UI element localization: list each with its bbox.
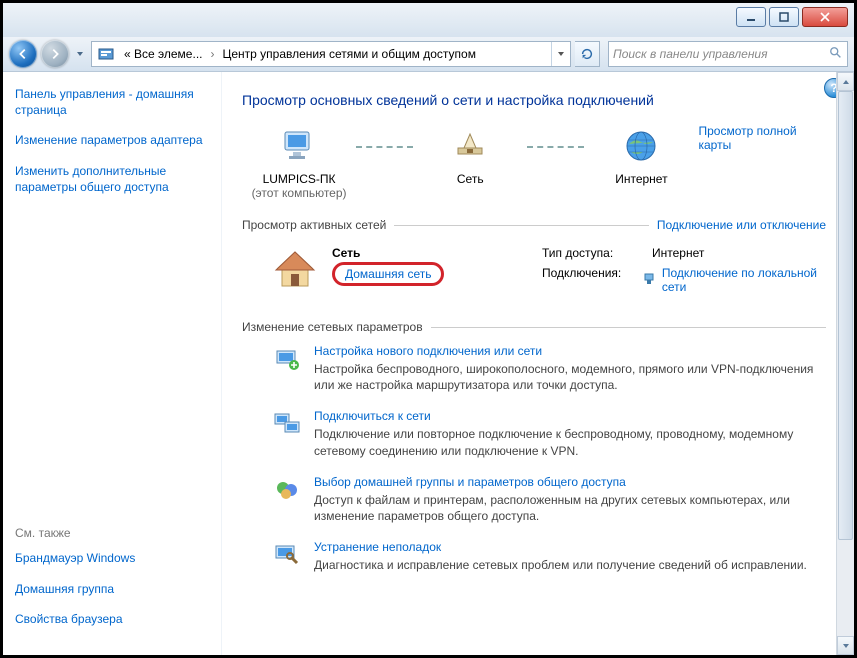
home-network-icon [272, 246, 318, 292]
sidebar-firewall-link[interactable]: Брандмауэр Windows [15, 550, 209, 566]
change-settings-label: Изменение сетевых параметров [242, 320, 423, 334]
option-desc: Настройка беспроводного, широкополосного… [314, 361, 826, 393]
network-details: Тип доступа: Интернет Подключения: Подкл… [542, 246, 826, 294]
scroll-track[interactable] [837, 91, 854, 636]
active-networks-label: Просмотр активных сетей [242, 218, 386, 232]
option-homegroup[interactable]: Выбор домашней группы и параметров общег… [272, 475, 826, 524]
address-dropdown[interactable] [551, 42, 570, 66]
maximize-button[interactable] [769, 7, 799, 27]
option-title: Выбор домашней группы и параметров общег… [314, 475, 826, 489]
option-desc: Доступ к файлам и принтерам, расположенн… [314, 492, 826, 524]
access-type-label: Тип доступа: [542, 246, 652, 260]
connection-link[interactable]: Подключение по локальной сети [662, 266, 826, 294]
back-button[interactable] [9, 40, 37, 68]
full-map-link[interactable]: Просмотр полной карты [698, 124, 826, 152]
network-map: LUMPICS-ПК (этот компьютер) Сеть Интерне… [242, 124, 826, 200]
sidebar-homegroup-link[interactable]: Домашняя группа [15, 581, 209, 597]
change-settings-section: Изменение сетевых параметров [242, 320, 826, 334]
network-info: Сеть Домашняя сеть [332, 246, 522, 286]
minimize-button[interactable] [736, 7, 766, 27]
access-type-value: Интернет [652, 246, 704, 260]
search-icon [829, 46, 843, 63]
globe-icon [619, 124, 663, 168]
close-button[interactable] [802, 7, 848, 27]
option-troubleshoot[interactable]: Устранение неполадок Диагностика и исправ… [272, 540, 826, 573]
map-pc-sublabel: (этот компьютер) [252, 186, 347, 200]
search-input[interactable]: Поиск в панели управления [608, 41, 848, 67]
network-name: Сеть [332, 246, 522, 260]
option-connect-network[interactable]: Подключиться к сети Подключение или повто… [272, 409, 826, 458]
map-line [527, 146, 584, 148]
map-network: Сеть [413, 124, 527, 186]
option-title: Подключиться к сети [314, 409, 826, 423]
forward-button[interactable] [41, 40, 69, 68]
sidebar-home-link[interactable]: Панель управления - домашняя страница [15, 86, 209, 118]
scroll-thumb[interactable] [838, 91, 853, 540]
option-title: Настройка нового подключения или сети [314, 344, 826, 358]
option-title: Устранение неполадок [314, 540, 807, 554]
page-heading: Просмотр основных сведений о сети и наст… [242, 92, 826, 108]
breadcrumb-item[interactable]: Центр управления сетями и общим доступом [218, 42, 480, 66]
map-pc-label: LUMPICS-ПК [263, 172, 336, 186]
main-content: ? Просмотр основных сведений о сети и на… [221, 72, 854, 655]
option-desc: Диагностика и исправление сетевых пробле… [314, 557, 807, 573]
address-bar[interactable]: « Все элеме... › Центр управления сетями… [91, 41, 571, 67]
map-line [356, 146, 413, 148]
option-new-connection[interactable]: Настройка нового подключения или сети Нас… [272, 344, 826, 393]
map-this-pc: LUMPICS-ПК (этот компьютер) [242, 124, 356, 200]
troubleshoot-icon [272, 540, 302, 570]
map-internet: Интернет [584, 124, 698, 186]
map-internet-label: Интернет [615, 172, 667, 186]
option-desc: Подключение или повторное подключение к … [314, 426, 826, 458]
window: « Все элеме... › Центр управления сетями… [0, 0, 857, 658]
homegroup-icon [272, 475, 302, 505]
lan-icon [642, 272, 656, 289]
network-type-highlight: Домашняя сеть [332, 262, 444, 286]
connect-disconnect-link[interactable]: Подключение или отключение [657, 218, 826, 232]
control-panel-icon [96, 44, 116, 64]
network-type-link[interactable]: Домашняя сеть [345, 267, 431, 281]
scrollbar[interactable] [836, 72, 854, 655]
sidebar-sharing-link[interactable]: Изменить дополнительные параметры общего… [15, 163, 209, 195]
map-net-label: Сеть [457, 172, 484, 186]
network-icon [448, 124, 492, 168]
body: Панель управления - домашняя страница Из… [3, 72, 854, 655]
breadcrumb-sep: › [206, 42, 218, 66]
scroll-up-button[interactable] [837, 72, 854, 91]
connections-label: Подключения: [542, 266, 642, 294]
navbar: « Все элеме... › Центр управления сетями… [3, 37, 854, 72]
new-connection-icon [272, 344, 302, 374]
sidebar: Панель управления - домашняя страница Из… [3, 72, 221, 655]
connect-network-icon [272, 409, 302, 439]
history-dropdown[interactable] [73, 43, 87, 65]
see-also-label: См. также [15, 526, 209, 540]
active-network-row: Сеть Домашняя сеть Тип доступа: Интернет… [242, 242, 826, 302]
titlebar [3, 3, 854, 37]
search-placeholder: Поиск в панели управления [613, 47, 768, 61]
scroll-down-button[interactable] [837, 636, 854, 655]
refresh-button[interactable] [575, 41, 600, 67]
active-networks-section: Просмотр активных сетей Подключение или … [242, 218, 826, 232]
breadcrumb-item[interactable]: « Все элеме... [120, 42, 206, 66]
sidebar-browser-link[interactable]: Свойства браузера [15, 611, 209, 627]
sidebar-adapter-link[interactable]: Изменение параметров адаптера [15, 132, 209, 148]
computer-icon [277, 124, 321, 168]
options-list: Настройка нового подключения или сети Нас… [242, 344, 826, 573]
